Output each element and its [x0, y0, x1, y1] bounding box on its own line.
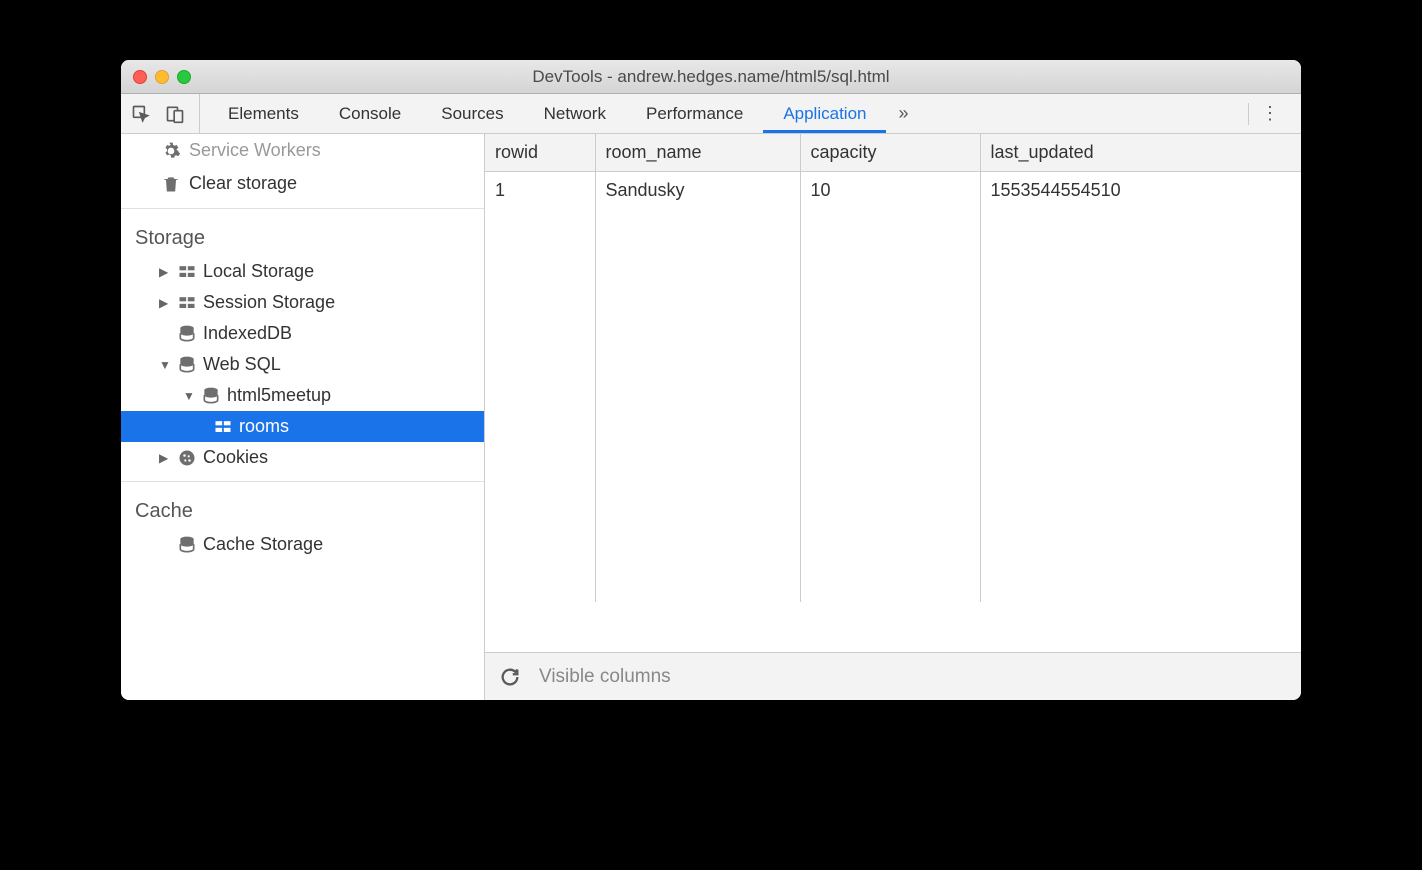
tab-console[interactable]: Console — [319, 94, 421, 133]
tab-sources[interactable]: Sources — [421, 94, 523, 133]
database-icon — [177, 325, 197, 343]
tabs-overflow-icon[interactable]: » — [886, 103, 920, 124]
database-icon — [177, 536, 197, 554]
sidebar-item-service-workers[interactable]: Service Workers — [121, 134, 484, 167]
cookie-icon — [177, 449, 197, 467]
traffic-lights — [133, 70, 191, 84]
database-icon — [201, 387, 221, 405]
sidebar-label: Service Workers — [189, 140, 321, 161]
tab-performance[interactable]: Performance — [626, 94, 763, 133]
window-close-button[interactable] — [133, 70, 147, 84]
cell-value: 1553544554510 — [991, 180, 1292, 201]
application-sidebar: Service Workers Clear storage Storage ▶ … — [121, 134, 485, 700]
sidebar-label: Cache Storage — [203, 534, 323, 555]
column-header[interactable]: rowid — [485, 134, 595, 172]
main-panel: rowid room_name capacity last_updated 1 … — [485, 134, 1301, 700]
window-minimize-button[interactable] — [155, 70, 169, 84]
tab-elements[interactable]: Elements — [208, 94, 319, 133]
sidebar-item-websql[interactable]: ▼ Web SQL — [121, 349, 484, 380]
column-header[interactable]: room_name — [595, 134, 800, 172]
data-table-wrap: rowid room_name capacity last_updated 1 … — [485, 134, 1301, 652]
device-toggle-icon[interactable] — [165, 104, 185, 124]
sidebar-item-html5meetup[interactable]: ▼ html5meetup — [121, 380, 484, 411]
chevron-down-icon: ▼ — [183, 389, 195, 403]
trash-icon — [161, 175, 181, 193]
sidebar-item-local-storage[interactable]: ▶ Local Storage — [121, 256, 484, 287]
sidebar-item-clear-storage[interactable]: Clear storage — [121, 167, 484, 200]
sidebar-label: IndexedDB — [203, 323, 292, 344]
devtools-window: DevTools - andrew.hedges.name/html5/sql.… — [121, 60, 1301, 700]
sidebar-item-rooms[interactable]: rooms — [121, 411, 484, 442]
window-maximize-button[interactable] — [177, 70, 191, 84]
data-table: rowid room_name capacity last_updated 1 … — [485, 134, 1301, 602]
grid-icon — [213, 418, 233, 436]
sidebar-divider — [121, 481, 484, 482]
tab-network[interactable]: Network — [524, 94, 626, 133]
table-row[interactable]: 1 Sandusky 10 1553544554510 — [485, 172, 1301, 602]
cell-value: Sandusky — [606, 180, 790, 201]
sidebar-item-indexeddb[interactable]: IndexedDB — [121, 318, 484, 349]
chevron-down-icon: ▼ — [159, 358, 171, 372]
database-icon — [177, 356, 197, 374]
sidebar-divider — [121, 208, 484, 209]
sidebar-label: Web SQL — [203, 354, 281, 375]
sidebar-group-cache: Cache — [121, 490, 484, 529]
gear-icon — [161, 142, 181, 160]
sidebar-label: rooms — [239, 416, 289, 437]
window-titlebar: DevTools - andrew.hedges.name/html5/sql.… — [121, 60, 1301, 94]
grid-icon — [177, 294, 197, 312]
visible-columns-label[interactable]: Visible columns — [539, 666, 671, 688]
grid-icon — [177, 263, 197, 281]
table-footer: Visible columns — [485, 652, 1301, 700]
sidebar-label: Clear storage — [189, 173, 297, 194]
refresh-icon[interactable] — [499, 666, 521, 688]
sidebar-label: Cookies — [203, 447, 268, 468]
column-header[interactable]: last_updated — [980, 134, 1301, 172]
sidebar-label: Session Storage — [203, 292, 335, 313]
sidebar-item-cookies[interactable]: ▶ Cookies — [121, 442, 484, 473]
sidebar-group-storage: Storage — [121, 217, 484, 256]
panel-tabs: Elements Console Sources Network Perform… — [208, 94, 1248, 133]
inspect-element-icon[interactable] — [131, 104, 151, 124]
sidebar-label: html5meetup — [227, 385, 331, 406]
devtools-toolbar: Elements Console Sources Network Perform… — [121, 94, 1301, 134]
column-header[interactable]: capacity — [800, 134, 980, 172]
chevron-right-icon: ▶ — [159, 451, 171, 465]
table-header-row: rowid room_name capacity last_updated — [485, 134, 1301, 172]
chevron-right-icon: ▶ — [159, 296, 171, 310]
sidebar-item-cache-storage[interactable]: Cache Storage — [121, 529, 484, 560]
cell-value: 1 — [495, 180, 585, 201]
tab-application[interactable]: Application — [763, 94, 886, 133]
sidebar-label: Local Storage — [203, 261, 314, 282]
sidebar-item-session-storage[interactable]: ▶ Session Storage — [121, 287, 484, 318]
chevron-right-icon: ▶ — [159, 265, 171, 279]
window-title: DevTools - andrew.hedges.name/html5/sql.… — [121, 67, 1301, 87]
cell-value: 10 — [811, 180, 970, 201]
kebab-menu-icon[interactable]: ⋮ — [1249, 103, 1291, 124]
